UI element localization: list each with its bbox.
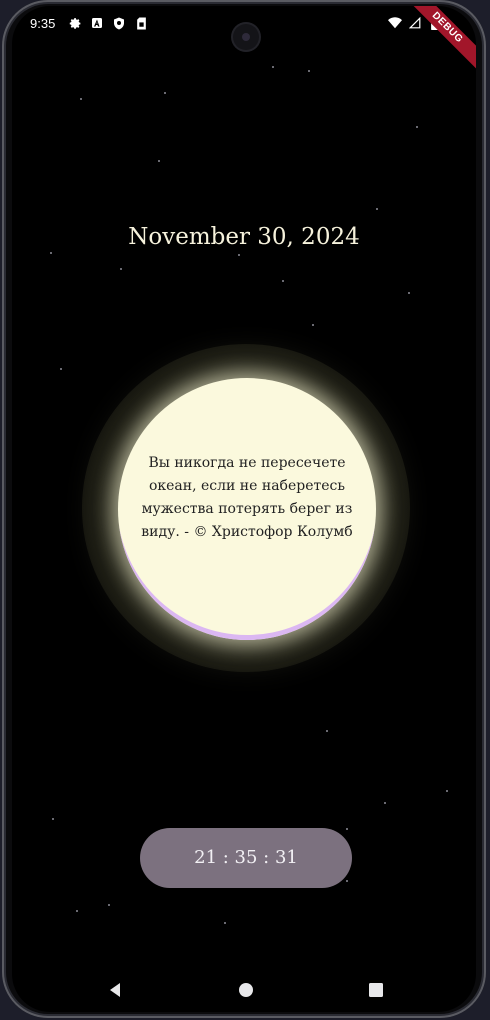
back-button[interactable]: [106, 980, 126, 1000]
star: [346, 880, 348, 882]
star: [416, 126, 418, 128]
star: [50, 252, 52, 254]
star: [308, 70, 310, 72]
front-camera: [233, 24, 259, 50]
home-button[interactable]: [236, 980, 256, 1000]
star: [224, 922, 226, 924]
app-screen: 9:35 DEBUG November 30, 2024 Вы никогда …: [12, 6, 476, 1012]
status-icons-left: [68, 16, 148, 30]
star: [158, 160, 160, 162]
clock-display[interactable]: 21 : 35 : 31: [140, 828, 352, 888]
navigation-bar: [12, 966, 476, 1010]
date-label: November 30, 2024: [128, 224, 360, 250]
star: [238, 254, 240, 256]
star: [108, 904, 110, 906]
star: [60, 368, 62, 370]
recents-button[interactable]: [366, 980, 386, 1000]
star: [408, 292, 410, 294]
star: [120, 268, 122, 270]
device-frame: 9:35 DEBUG November 30, 2024 Вы никогда …: [0, 0, 490, 1020]
star: [346, 828, 348, 830]
status-bar: 9:35 DEBUG: [12, 6, 476, 73]
gear-icon: [68, 16, 82, 30]
star: [76, 910, 78, 912]
sim-card-icon: [134, 16, 148, 30]
signal-icon: [408, 16, 422, 30]
status-time: 9:35: [30, 16, 56, 31]
a-letter-icon: [90, 16, 104, 30]
star: [376, 208, 378, 210]
back-icon: [110, 983, 120, 997]
star: [80, 98, 82, 100]
star: [312, 324, 314, 326]
star: [272, 66, 274, 68]
star: [164, 92, 166, 94]
star: [52, 818, 54, 820]
star: [384, 802, 386, 804]
star: [446, 790, 448, 792]
wifi-icon: [388, 16, 402, 30]
star: [282, 280, 284, 282]
shield-icon: [112, 16, 126, 30]
recents-icon: [369, 983, 383, 997]
quote-text: Вы никогда не пересечете океан, если не …: [141, 455, 353, 540]
home-icon: [239, 983, 253, 997]
star: [326, 730, 328, 732]
